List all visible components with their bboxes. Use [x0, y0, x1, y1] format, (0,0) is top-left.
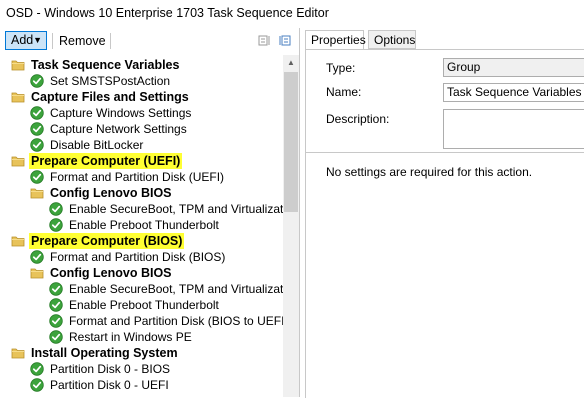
description-label: Description: — [326, 112, 390, 126]
tree-item-label: Prepare Computer (UEFI) — [29, 153, 183, 169]
check-circle-icon — [49, 282, 63, 296]
tree-item-label: Format and Partition Disk (UEFI) — [50, 170, 225, 184]
check-circle-icon — [30, 362, 44, 376]
tree-item-label: Enable Preboot Thunderbolt — [69, 298, 219, 312]
remove-button[interactable]: Remove — [59, 34, 106, 48]
toolbar-divider — [52, 33, 53, 49]
toolbar: Add ▼ Remove — [0, 28, 299, 54]
tree-item-label: Restart in Windows PE — [69, 330, 192, 344]
properties-panel: Type: Group Name: Task Sequence Variable… — [305, 49, 584, 398]
tree-item-label: Prepare Computer (BIOS) — [29, 233, 185, 249]
folder-icon — [11, 234, 25, 248]
settings-note: No settings are required for this action… — [326, 165, 533, 179]
tree-item-label: Format and Partition Disk (BIOS) — [50, 250, 226, 264]
type-label: Type: — [326, 61, 356, 75]
tree-item-label: Partition Disk 0 - UEFI — [50, 378, 169, 392]
tree-item-label: Enable SecureBoot, TPM and Virtualizatio… — [69, 202, 283, 216]
folder-icon — [11, 90, 25, 104]
tab-properties[interactable]: Properties — [305, 30, 366, 51]
tree-item-label: Set SMSTSPostAction — [50, 74, 171, 88]
add-button[interactable]: Add ▼ — [5, 31, 47, 50]
tree-item-label: Config Lenovo BIOS — [50, 186, 172, 200]
folder-icon — [30, 186, 44, 200]
folder-icon — [11, 346, 25, 360]
check-circle-icon — [49, 298, 63, 312]
chevron-down-icon: ▼ — [33, 35, 42, 45]
move-down-icon[interactable] — [279, 34, 292, 47]
properties-pane: Properties Options Type: Group Name: Tas… — [300, 28, 584, 398]
type-field: Group — [443, 58, 584, 77]
tree-item-label: Enable SecureBoot, TPM and Virtualizatio… — [69, 282, 283, 296]
check-circle-icon — [49, 330, 63, 344]
window-title: OSD - Windows 10 Enterprise 1703 Task Se… — [6, 6, 329, 20]
check-circle-icon — [30, 138, 44, 152]
scroll-up-icon[interactable]: ▲ — [283, 55, 299, 71]
task-sequence-pane: Add ▼ Remove Task Sequence Variables Set … — [0, 28, 300, 397]
section-divider — [306, 152, 584, 153]
title-bar: OSD - Windows 10 Enterprise 1703 Task Se… — [0, 0, 584, 26]
add-button-label: Add — [11, 33, 34, 47]
toolbar-divider — [110, 33, 111, 49]
scrollbar-thumb[interactable] — [284, 72, 298, 212]
vertical-scrollbar[interactable]: ▲ — [283, 55, 299, 397]
folder-icon — [11, 154, 25, 168]
folder-icon — [11, 58, 25, 72]
task-sequence-tree: Task Sequence Variables Set SMSTSPostActi… — [0, 55, 283, 397]
name-label: Name: — [326, 85, 362, 99]
tab-options[interactable]: Options — [368, 30, 416, 49]
description-field[interactable] — [443, 109, 584, 149]
name-field[interactable]: Task Sequence Variables — [443, 83, 584, 102]
check-circle-icon — [49, 202, 63, 216]
check-circle-icon — [30, 170, 44, 184]
tree-item-label: Disable BitLocker — [50, 138, 144, 152]
folder-icon — [30, 266, 44, 280]
tree-item-label: Install Operating System — [31, 346, 178, 360]
check-circle-icon — [30, 122, 44, 136]
tree-item-label: Capture Network Settings — [50, 122, 187, 136]
tree-item-label: Format and Partition Disk (BIOS to UEFI) — [69, 314, 283, 328]
tree-item-label: Partition Disk 0 - BIOS — [50, 362, 171, 376]
check-circle-icon — [49, 314, 63, 328]
check-circle-icon — [49, 218, 63, 232]
check-circle-icon — [30, 106, 44, 120]
check-circle-icon — [30, 378, 44, 392]
check-circle-icon — [30, 250, 44, 264]
tree-item-label: Capture Windows Settings — [50, 106, 192, 120]
tree-item-label: Config Lenovo BIOS — [50, 266, 172, 280]
check-circle-icon — [30, 74, 44, 88]
tree-item-label: Task Sequence Variables — [31, 58, 180, 72]
tree-item-label: Capture Files and Settings — [31, 90, 189, 104]
move-up-icon[interactable] — [258, 34, 271, 47]
tree-item-label: Enable Preboot Thunderbolt — [69, 218, 219, 232]
